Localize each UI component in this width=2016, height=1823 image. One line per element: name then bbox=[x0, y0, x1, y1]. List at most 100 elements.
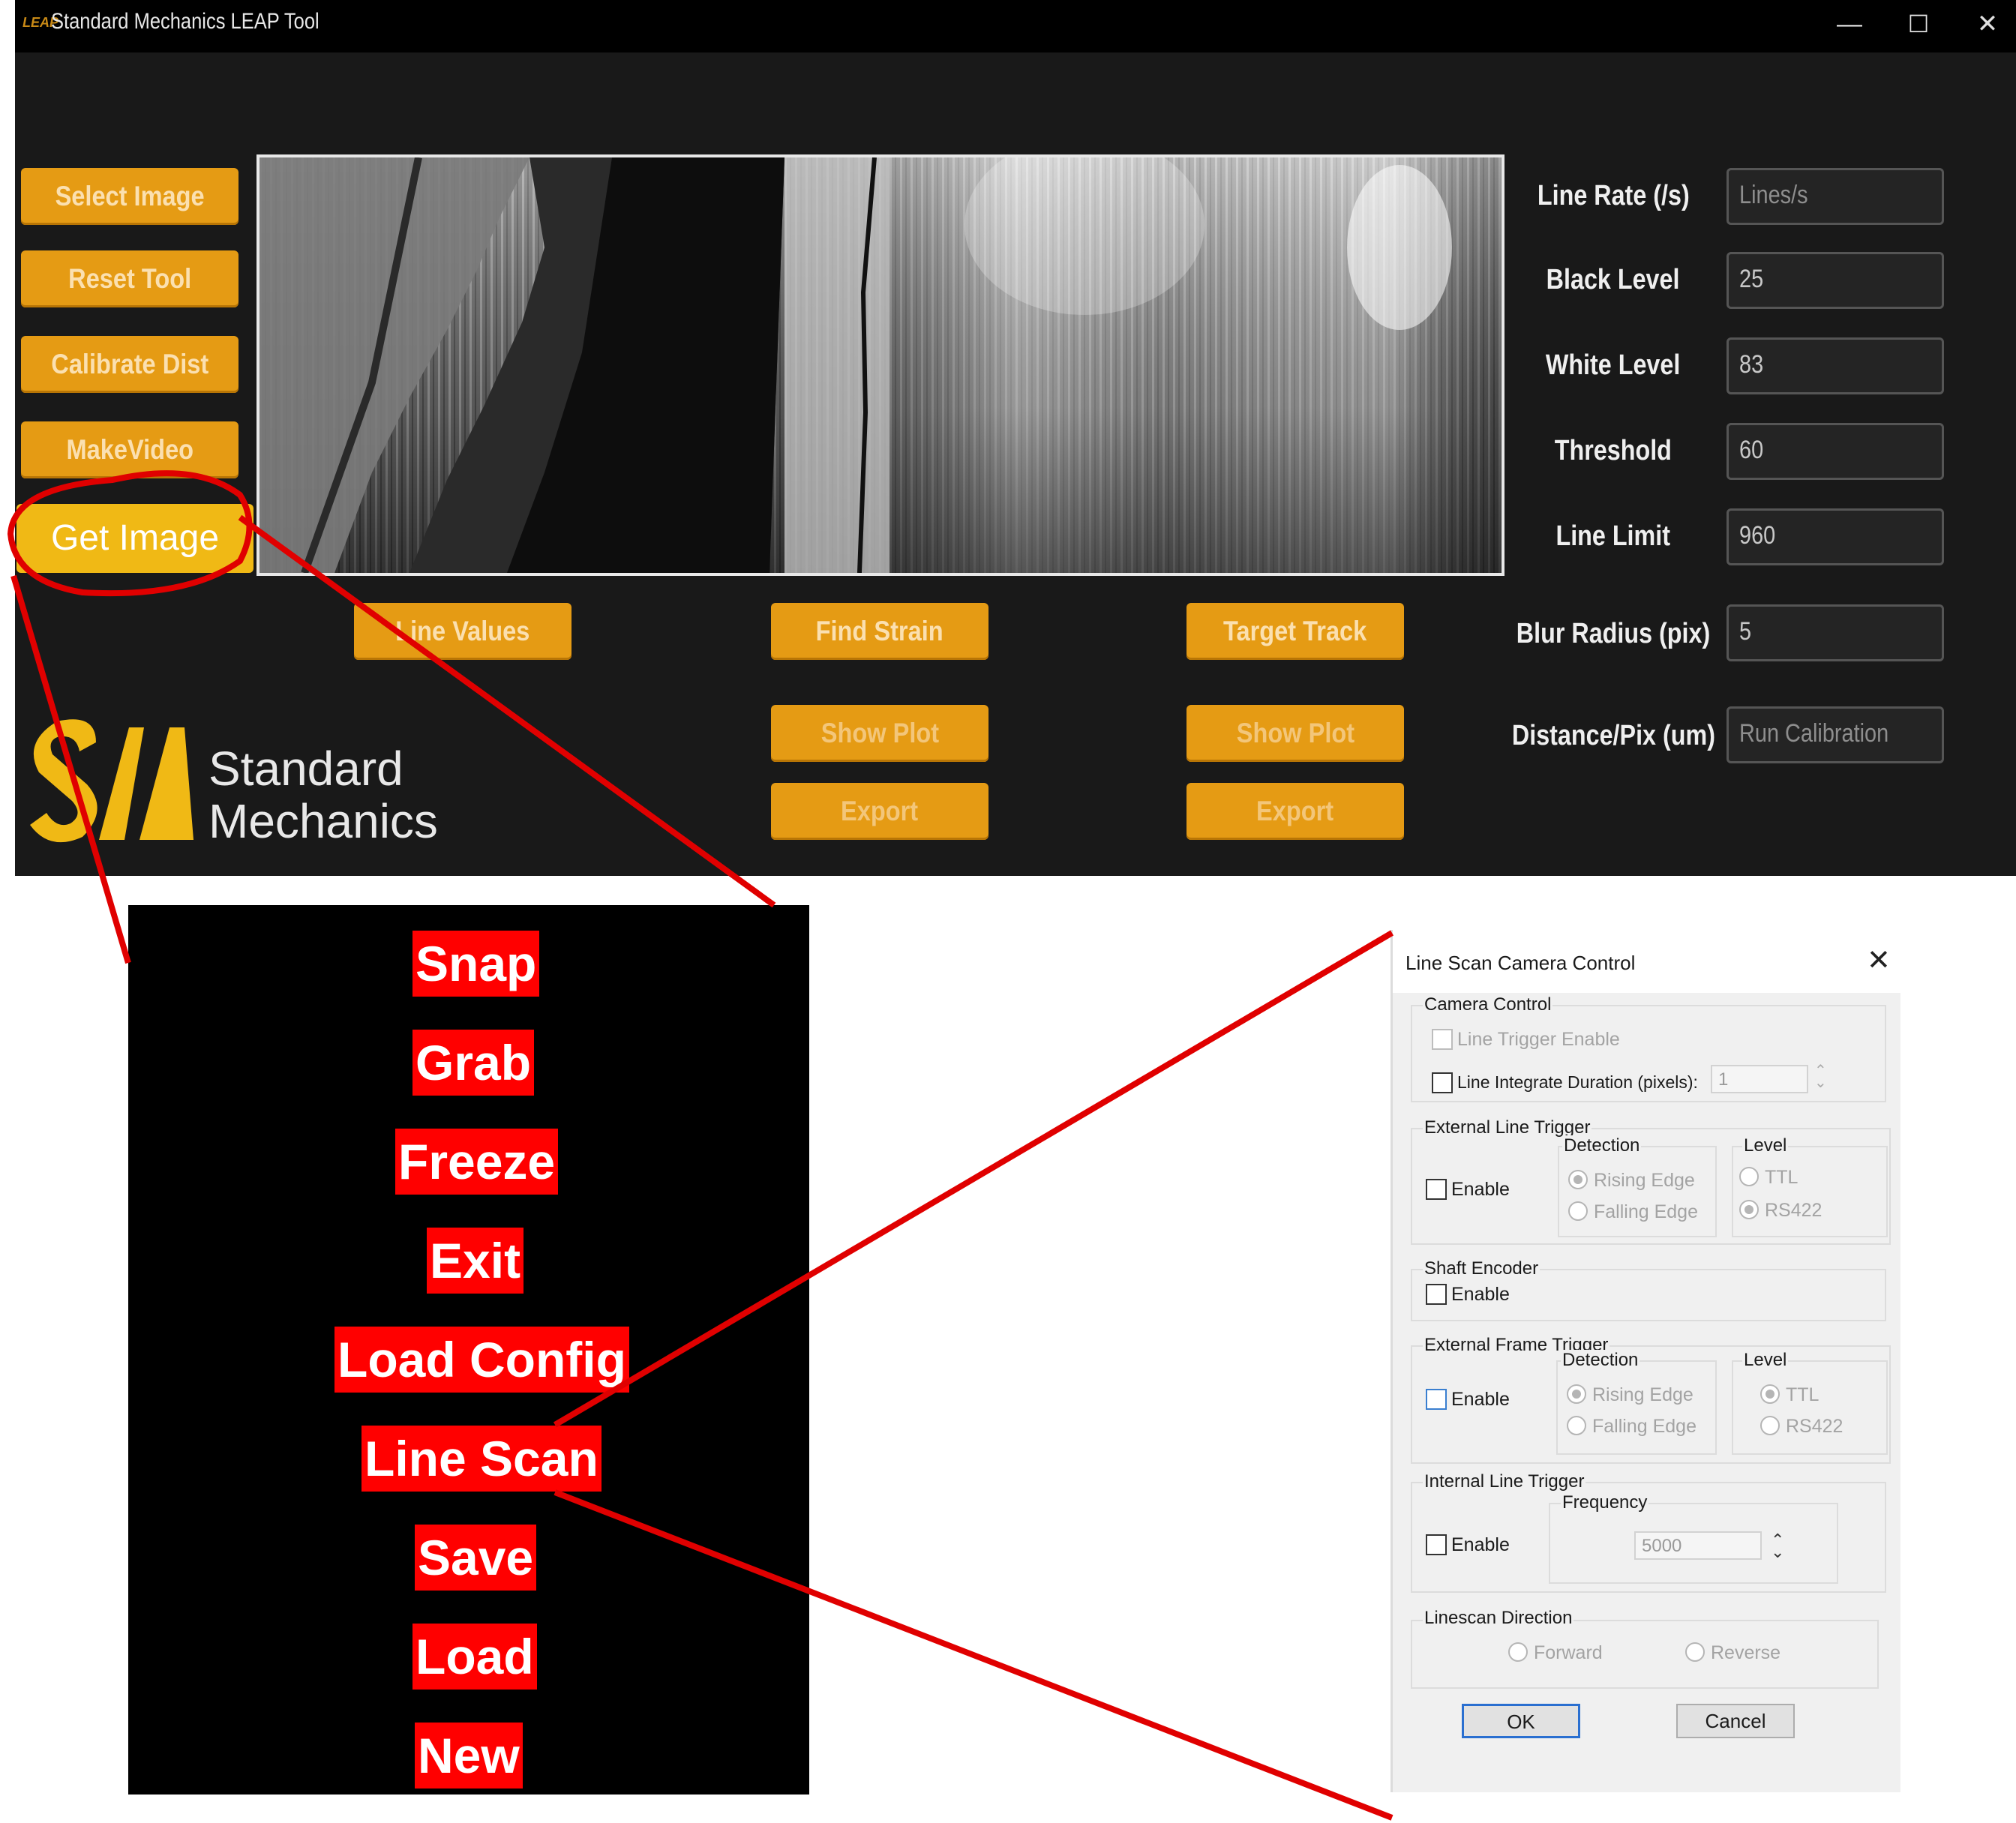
ext-line-rising-radio[interactable] bbox=[1568, 1170, 1588, 1189]
ok-button[interactable]: OK bbox=[1462, 1704, 1580, 1738]
line-integrate-label: Line Integrate Duration (pixels): bbox=[1457, 1072, 1698, 1092]
line-limit-input[interactable]: 960 bbox=[1726, 508, 1944, 565]
target-track-label: Target Track bbox=[1223, 616, 1367, 646]
line-rate-input[interactable]: Lines/s bbox=[1726, 168, 1944, 225]
menu-item-load[interactable]: Load bbox=[412, 1624, 537, 1690]
ext-line-enable-label: Enable bbox=[1451, 1179, 1510, 1200]
get-image-button[interactable]: Get Image bbox=[16, 504, 254, 573]
shaft-encoder-enable-checkbox[interactable] bbox=[1426, 1284, 1447, 1305]
ext-frame-enable-checkbox[interactable] bbox=[1426, 1389, 1447, 1410]
forward-radio[interactable] bbox=[1508, 1642, 1528, 1662]
ext-line-rising-label: Rising Edge bbox=[1594, 1170, 1695, 1191]
line-limit-label: Line Limit bbox=[1556, 520, 1671, 552]
ext-frame-rs422-label: RS422 bbox=[1786, 1416, 1844, 1437]
ext-frame-level-title: Level bbox=[1742, 1350, 1789, 1371]
ext-line-ttl-label: TTL bbox=[1765, 1167, 1798, 1188]
ext-line-rs422-radio[interactable] bbox=[1739, 1200, 1759, 1219]
close-button[interactable]: ✕ bbox=[1965, 3, 2010, 46]
make-video-label: MakeVideo bbox=[66, 434, 194, 465]
maximize-button[interactable]: ☐ bbox=[1896, 3, 1941, 46]
black-level-input[interactable]: 25 bbox=[1726, 252, 1944, 309]
ext-line-detection-group bbox=[1558, 1146, 1717, 1237]
ext-line-ttl-radio[interactable] bbox=[1739, 1167, 1759, 1186]
frequency-spinner-icon[interactable]: ⌃ ⌄ bbox=[1771, 1532, 1784, 1561]
ext-frame-falling-label: Falling Edge bbox=[1592, 1416, 1696, 1437]
reverse-label: Reverse bbox=[1711, 1642, 1781, 1663]
show-plot-label: Show Plot bbox=[820, 718, 939, 748]
export-strain-button[interactable]: Export bbox=[771, 783, 988, 840]
ext-frame-ttl-label: TTL bbox=[1786, 1384, 1820, 1405]
make-video-button[interactable]: MakeVideo bbox=[21, 421, 238, 478]
menu-item-save[interactable]: Save bbox=[415, 1525, 537, 1591]
linescan-direction-title: Linescan Direction bbox=[1423, 1608, 1574, 1629]
logo-line-standard: Standard bbox=[208, 742, 404, 796]
line-integrate-checkbox[interactable] bbox=[1432, 1072, 1453, 1093]
logo-wordmark: Standard Mechanics bbox=[208, 742, 438, 847]
line-integrate-input[interactable]: 1 bbox=[1711, 1065, 1808, 1093]
ext-line-rs422-label: RS422 bbox=[1765, 1200, 1822, 1221]
calibrate-dist-label: Calibrate Dist bbox=[51, 349, 208, 379]
export-label: Export bbox=[1256, 796, 1334, 826]
camera-control-title: Camera Control bbox=[1423, 994, 1553, 1015]
page: LEAP Standard Mechanics LEAP Tool — ☐ ✕ … bbox=[0, 0, 2016, 1823]
distance-pix-input[interactable]: Run Calibration bbox=[1726, 706, 1944, 763]
ext-line-detection-title: Detection bbox=[1562, 1135, 1642, 1156]
export-track-button[interactable]: Export bbox=[1186, 783, 1404, 840]
select-image-button[interactable]: Select Image bbox=[21, 168, 238, 225]
reverse-radio[interactable] bbox=[1685, 1642, 1705, 1662]
internal-line-enable-checkbox[interactable] bbox=[1426, 1534, 1447, 1555]
blur-radius-label: Blur Radius (pix) bbox=[1516, 618, 1711, 649]
ext-line-enable-checkbox[interactable] bbox=[1426, 1179, 1447, 1200]
menu-item-snap[interactable]: Snap bbox=[412, 931, 540, 997]
calibrate-dist-button[interactable]: Calibrate Dist bbox=[21, 336, 238, 393]
ext-frame-ttl-radio[interactable] bbox=[1760, 1384, 1780, 1404]
cancel-button[interactable]: Cancel bbox=[1676, 1704, 1795, 1738]
internal-line-trigger-title: Internal Line Trigger bbox=[1423, 1471, 1586, 1492]
export-label: Export bbox=[841, 796, 919, 826]
line-integrate-spinner-icon[interactable]: ⌃ ⌄ bbox=[1814, 1063, 1827, 1090]
line-values-button[interactable]: Line Values bbox=[354, 603, 572, 660]
menu-item-line-scan[interactable]: Line Scan bbox=[362, 1426, 602, 1492]
minimize-button[interactable]: — bbox=[1827, 3, 1872, 46]
line-scan-image-graphic bbox=[260, 157, 1502, 573]
ext-frame-rising-radio[interactable] bbox=[1567, 1384, 1586, 1404]
logo-line-mechanics: Mechanics bbox=[208, 794, 438, 848]
line-trigger-enable-checkbox[interactable] bbox=[1432, 1029, 1453, 1050]
frequency-input[interactable]: 5000 bbox=[1634, 1531, 1762, 1560]
show-plot-strain-button[interactable]: Show Plot bbox=[771, 705, 988, 762]
ext-frame-rising-label: Rising Edge bbox=[1592, 1384, 1694, 1405]
menu-item-load-config[interactable]: Load Config bbox=[334, 1327, 629, 1393]
frequency-title: Frequency bbox=[1561, 1492, 1649, 1513]
dialog-title: Line Scan Camera Control bbox=[1406, 952, 1636, 974]
dialog-close-icon[interactable]: ✕ bbox=[1867, 943, 1891, 977]
threshold-input[interactable]: 60 bbox=[1726, 423, 1944, 480]
show-plot-track-button[interactable]: Show Plot bbox=[1186, 705, 1404, 762]
blur-radius-input[interactable]: 5 bbox=[1726, 604, 1944, 661]
select-image-label: Select Image bbox=[55, 181, 205, 211]
ext-line-level-title: Level bbox=[1742, 1135, 1789, 1156]
internal-line-enable-label: Enable bbox=[1451, 1534, 1510, 1555]
distance-pix-label: Distance/Pix (um) bbox=[1511, 720, 1715, 751]
ext-frame-detection-title: Detection bbox=[1561, 1350, 1640, 1371]
ext-frame-detection-group bbox=[1556, 1360, 1717, 1455]
line-trigger-enable-label: Line Trigger Enable bbox=[1457, 1029, 1620, 1050]
find-strain-button[interactable]: Find Strain bbox=[771, 603, 988, 660]
white-level-label: White Level bbox=[1546, 349, 1681, 381]
shaft-encoder-enable-label: Enable bbox=[1451, 1284, 1510, 1305]
white-level-input[interactable]: 83 bbox=[1726, 337, 1944, 394]
ext-line-falling-radio[interactable] bbox=[1568, 1201, 1588, 1221]
window-title: Standard Mechanics LEAP Tool bbox=[51, 9, 320, 34]
get-image-menu: Snap Grab Freeze Exit Load Config Line S… bbox=[128, 905, 809, 1795]
reset-tool-button[interactable]: Reset Tool bbox=[21, 250, 238, 307]
menu-item-new[interactable]: New bbox=[415, 1723, 523, 1789]
leap-tool-window: LEAP Standard Mechanics LEAP Tool — ☐ ✕ … bbox=[15, 0, 2016, 876]
ext-line-falling-label: Falling Edge bbox=[1594, 1201, 1698, 1222]
target-track-button[interactable]: Target Track bbox=[1186, 603, 1404, 660]
menu-item-grab[interactable]: Grab bbox=[412, 1030, 535, 1096]
menu-item-freeze[interactable]: Freeze bbox=[395, 1129, 559, 1195]
ext-frame-level-group bbox=[1732, 1360, 1888, 1455]
ext-frame-falling-radio[interactable] bbox=[1567, 1416, 1586, 1435]
shaft-encoder-title: Shaft Encoder bbox=[1423, 1258, 1540, 1279]
menu-item-exit[interactable]: Exit bbox=[427, 1228, 524, 1294]
ext-frame-rs422-radio[interactable] bbox=[1760, 1416, 1780, 1435]
